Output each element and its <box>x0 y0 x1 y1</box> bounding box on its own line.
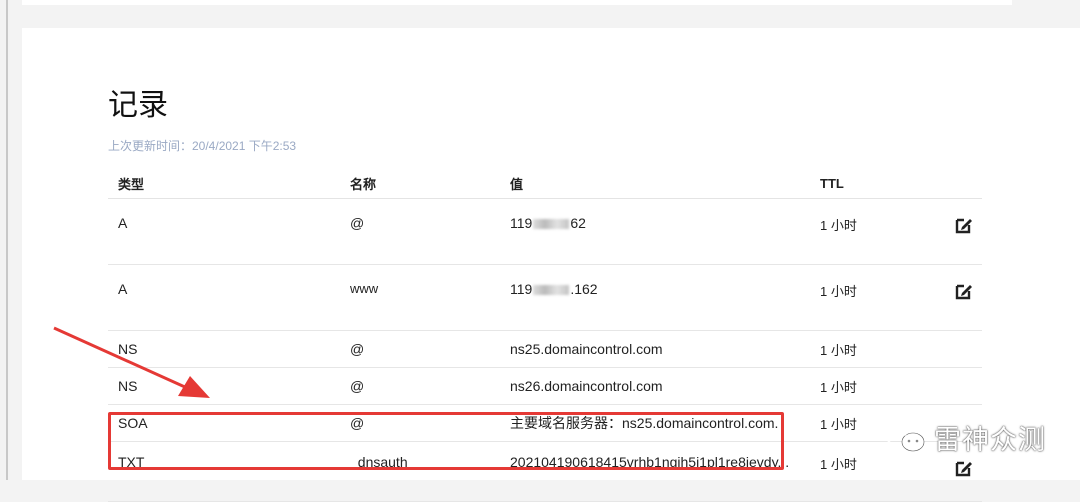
annotation-arrow <box>53 326 210 398</box>
wechat-icon <box>886 423 925 451</box>
watermark: 雷神众测 <box>884 418 1046 457</box>
watermark-text: 雷神众测 <box>934 425 1046 455</box>
